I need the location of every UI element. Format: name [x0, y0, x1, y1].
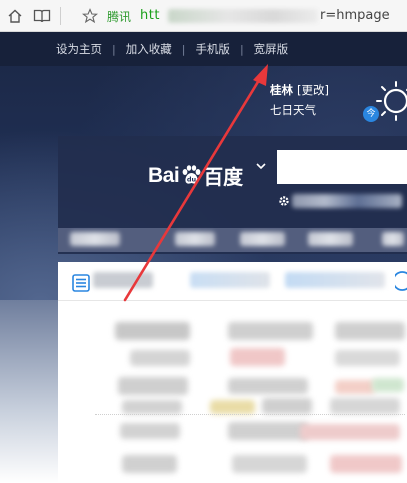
- content-redacted: [300, 424, 400, 440]
- url-redacted: [168, 9, 318, 23]
- category-redacted: [240, 232, 285, 246]
- content-divider: [95, 414, 405, 415]
- seven-day-forecast-link[interactable]: 七日天气: [270, 102, 316, 118]
- logo-text-prefix: Bai: [148, 163, 180, 187]
- tab-redacted: [190, 272, 270, 288]
- link-divider: |: [239, 42, 244, 56]
- content-redacted: [230, 348, 285, 366]
- content-redacted: [232, 455, 307, 473]
- site-label: 腾讯: [107, 10, 132, 24]
- baidu-logo[interactable]: Bai du 百度: [148, 161, 243, 190]
- add-favorite-link[interactable]: 加入收藏: [126, 41, 172, 57]
- content-redacted: [115, 322, 190, 340]
- search-suggestions-redacted: [292, 194, 402, 208]
- content-redacted: [130, 350, 190, 366]
- link-divider: |: [112, 42, 116, 56]
- toolbar-divider: [60, 7, 61, 25]
- tab-redacted: [93, 272, 153, 288]
- page-left-edge: [0, 300, 58, 483]
- star-icon[interactable]: [80, 0, 100, 32]
- search-input[interactable]: [277, 150, 407, 184]
- content-redacted: [372, 378, 404, 392]
- content-redacted: [330, 455, 402, 473]
- tab-redacted: [285, 272, 385, 288]
- baidu-paw-icon: du: [182, 164, 201, 184]
- content-redacted: [335, 350, 400, 366]
- reading-mode-icon[interactable]: [30, 0, 54, 32]
- url-suffix[interactable]: r=hmpage: [320, 8, 390, 23]
- content-redacted: [228, 378, 308, 394]
- content-redacted: [210, 400, 255, 414]
- list-icon[interactable]: [72, 274, 90, 292]
- content-redacted: [335, 322, 405, 340]
- logo-text-suffix: 百度: [203, 165, 244, 189]
- category-redacted: [175, 232, 215, 246]
- city-name: 桂林: [270, 83, 293, 97]
- content-redacted: [122, 400, 182, 414]
- gear-icon[interactable]: [278, 195, 290, 207]
- content-redacted: [228, 322, 313, 340]
- url-prefix[interactable]: htt: [140, 8, 160, 23]
- refresh-icon[interactable]: [395, 270, 407, 292]
- mobile-version-link[interactable]: 手机版: [195, 41, 230, 57]
- chevron-down-icon[interactable]: [255, 161, 267, 171]
- content-redacted: [118, 377, 188, 395]
- svg-text:du: du: [187, 175, 197, 183]
- widescreen-version-link[interactable]: 宽屏版: [254, 41, 289, 57]
- content-redacted: [262, 398, 312, 414]
- content-redacted: [228, 422, 308, 440]
- weather-city: 桂林 [更改]: [270, 82, 329, 98]
- top-links-bar: 设为主页 | 加入收藏 | 手机版 | 宽屏版: [0, 32, 407, 66]
- set-homepage-link[interactable]: 设为主页: [56, 41, 102, 57]
- today-badge: 今: [363, 106, 379, 122]
- category-redacted: [382, 232, 404, 246]
- content-redacted: [330, 398, 400, 414]
- category-redacted: [70, 232, 120, 246]
- browser-toolbar: 腾讯 htt r=hmpage: [0, 0, 407, 32]
- sun-icon: [376, 81, 407, 121]
- content-redacted: [120, 423, 180, 439]
- link-divider: |: [181, 42, 186, 56]
- content-redacted: [122, 455, 177, 473]
- home-icon[interactable]: [2, 0, 28, 32]
- category-redacted: [308, 232, 353, 246]
- content-redacted: [335, 380, 375, 394]
- change-city-link[interactable]: [更改]: [297, 83, 329, 97]
